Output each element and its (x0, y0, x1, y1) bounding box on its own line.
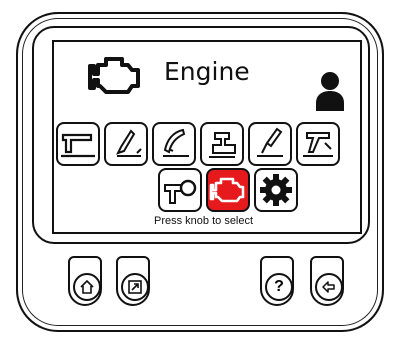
tile-stick-electrode[interactable] (248, 122, 292, 166)
menu-row-2 (158, 168, 298, 212)
spool-gun-icon (163, 128, 189, 157)
menu-row-1 (56, 122, 356, 168)
tile-process-setup[interactable] (158, 168, 202, 212)
display-screen: Engine Press knob to select (52, 40, 362, 234)
tile-tig-torch[interactable] (56, 122, 100, 166)
engine-icon (88, 57, 140, 94)
gear-icon (260, 174, 292, 206)
tile-spool-gun[interactable] (152, 122, 196, 166)
home-button[interactable] (68, 256, 102, 306)
screen-header: Engine (64, 47, 350, 119)
export-icon (128, 280, 142, 294)
back-arrow-icon (322, 281, 335, 293)
export-button[interactable] (116, 256, 150, 306)
user-icon[interactable] (314, 69, 346, 111)
wire-feeder-icon (209, 132, 236, 158)
tig-torch-icon (61, 133, 95, 158)
process-setup-icon (164, 179, 197, 204)
back-button[interactable] (310, 256, 344, 306)
tile-engine[interactable] (206, 168, 250, 212)
home-icon (80, 279, 94, 294)
tile-gouging[interactable] (296, 122, 340, 166)
gouging-icon (303, 132, 333, 157)
hint-text: Press knob to select (154, 215, 254, 227)
page-title: Engine (164, 57, 250, 86)
tile-settings[interactable] (254, 168, 298, 212)
tile-wire-feeder[interactable] (200, 122, 244, 166)
engine-icon (209, 177, 245, 203)
mig-gun-icon (116, 129, 142, 157)
help-icon: ? (265, 273, 293, 301)
help-button[interactable]: ? (260, 256, 294, 306)
stick-electrode-icon (257, 127, 283, 157)
tile-mig-gun[interactable] (104, 122, 148, 166)
